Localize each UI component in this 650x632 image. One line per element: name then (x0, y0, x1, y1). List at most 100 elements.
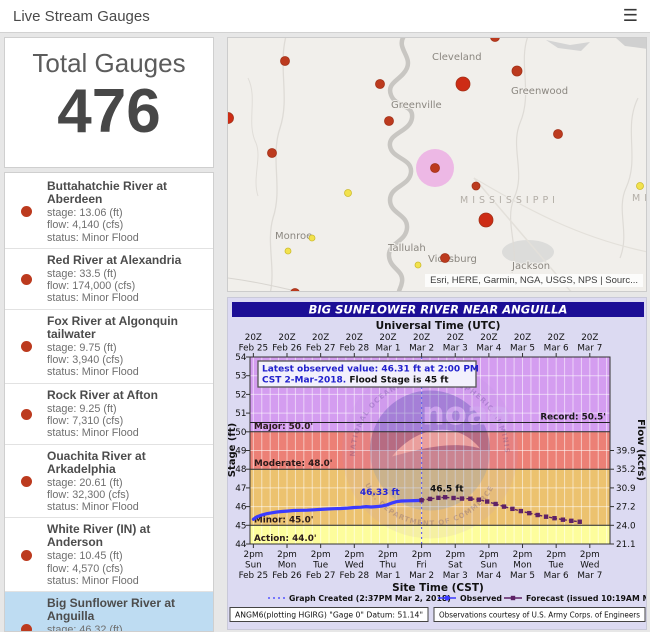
utc-tick: 20Z (548, 333, 565, 343)
map-gauge-dot[interactable] (281, 57, 290, 66)
map-gauge-dot[interactable] (456, 77, 470, 91)
dow-tick: Sun (481, 561, 498, 571)
forecast-point (502, 504, 506, 508)
list-item[interactable]: Red River at Alexandriastage: 33.5 (ft)f… (5, 249, 213, 310)
map-gauge-dot[interactable] (472, 182, 480, 190)
gauge-status: status: Minor Flood (47, 366, 207, 378)
forecast-point (510, 507, 514, 511)
gauge-status: status: Minor Flood (47, 501, 207, 513)
date-tick: Mar 6 (544, 571, 569, 581)
gauge-info: Buttahatchie River at Aberdeenstage: 13.… (47, 180, 207, 244)
utc-date-tick: Mar 6 (544, 344, 569, 354)
map-gauge-dot[interactable] (554, 130, 563, 139)
utc-date-tick: Mar 3 (443, 344, 468, 354)
dow-tick: Sun (245, 561, 262, 571)
list-item[interactable]: Rock River at Aftonstage: 9.25 (ft)flow:… (5, 384, 213, 445)
legend-observed: Observed (460, 594, 502, 603)
forecast-point (527, 511, 531, 515)
gauge-stage: stage: 10.45 (ft) (47, 550, 207, 562)
map-gauge-dot[interactable] (512, 66, 522, 76)
stage-tick: 53 (235, 372, 246, 382)
gauge-flow: flow: 4,570 (cfs) (47, 563, 207, 575)
total-gauges-title: Total Gauges (5, 48, 213, 79)
gauge-status-dot (21, 624, 32, 632)
gauge-name: Red River at Alexandria (47, 254, 207, 267)
map-gauge-dot[interactable] (285, 248, 291, 254)
gauge-dot-column (5, 409, 47, 420)
dow-tick: Mon (278, 561, 297, 571)
gauge-name: White River (IN) at Anderson (47, 523, 207, 549)
live-stream-gauges-app: Live Stream Gauges ☰ Total Gauges 476 Bu… (0, 0, 650, 632)
gauge-dot-column (5, 624, 47, 632)
map-gauge-dot[interactable] (345, 190, 352, 197)
list-item[interactable]: Ouachita River at Arkadelphiastage: 20.6… (5, 445, 213, 519)
gauge-info: Red River at Alexandriastage: 33.5 (ft)f… (47, 254, 207, 305)
map[interactable]: ClevelandGreenwoodGreenvilleMISSISSIPPIM… (228, 38, 647, 292)
stage-tick: 52 (235, 390, 246, 400)
gauge-list-panel: Buttahatchie River at Aberdeenstage: 13.… (4, 172, 214, 632)
gauge-stage: stage: 33.5 (ft) (47, 268, 207, 280)
gauge-status-dot (21, 476, 32, 487)
forecast-point (569, 519, 573, 523)
dow-tick: Sat (448, 561, 463, 571)
gauge-info: Big Sunflower River at Anguillastage: 46… (47, 597, 207, 632)
dow-tick: Fri (416, 561, 426, 571)
list-item[interactable]: Big Sunflower River at Anguillastage: 46… (5, 592, 213, 632)
map-city-label: Tallulah (387, 243, 426, 254)
gauge-name: Big Sunflower River at Anguilla (47, 597, 207, 623)
map-gauge-dot[interactable] (415, 262, 421, 268)
gauge-name: Ouachita River at Arkadelphia (47, 450, 207, 476)
flow-tick: 35.2 (616, 465, 636, 475)
gauge-dot-column (5, 274, 47, 285)
hamburger-menu-icon[interactable]: ☰ (623, 5, 638, 27)
map-state-label: MISSISSIPPI (460, 195, 559, 206)
chart-footnote: Observations courtesy of U.S. Army Corps… (439, 611, 640, 620)
flow-tick: 27.2 (616, 503, 636, 513)
gauge-flow: flow: 3,940 (cfs) (47, 354, 207, 366)
list-item[interactable]: Fox River at Algonquin tailwaterstage: 9… (5, 310, 213, 384)
site-time-tick: 2pm (311, 550, 331, 560)
list-item[interactable]: White River (IN) at Andersonstage: 10.45… (5, 518, 213, 592)
flow-tick: 24.0 (616, 521, 636, 531)
list-item[interactable]: Buttahatchie River at Aberdeenstage: 13.… (5, 175, 213, 249)
flow-tick: 39.9 (616, 447, 636, 457)
gauge-name: Buttahatchie River at Aberdeen (47, 180, 207, 206)
dow-tick: Tue (548, 561, 564, 571)
map-gauge-dot[interactable] (479, 213, 493, 227)
map-gauge-dot[interactable] (268, 149, 277, 158)
flood-line-label: Moderate: 48.0' (254, 459, 333, 469)
flood-line-label: Action: 44.0' (254, 534, 317, 544)
gauge-stage: stage: 46.32 (ft) (47, 624, 207, 632)
stage-tick: 54 (235, 353, 247, 363)
gauge-status: status: Minor Flood (47, 292, 207, 304)
utc-date-tick: Mar 1 (375, 344, 400, 354)
svg-text:CST 2-Mar-2018. Flood Stage is: CST 2-Mar-2018. Flood Stage is 45 ft (262, 376, 449, 386)
top-axis-title: Universal Time (UTC) (376, 320, 501, 332)
map-gauge-dot[interactable] (376, 80, 385, 89)
map-gauge-dot[interactable] (441, 254, 450, 263)
map-city-label: Monroe (275, 231, 312, 242)
utc-tick: 20Z (312, 333, 329, 343)
gauge-status: status: Minor Flood (47, 575, 207, 587)
forecast-point (535, 513, 539, 517)
map-gauge-dot[interactable] (385, 117, 394, 126)
map-gauge-dot[interactable] (637, 183, 644, 190)
flood-line-label: Record: 50.5' (540, 412, 606, 422)
stage-tick: 51 (235, 409, 246, 419)
hydrograph-panel: BIG SUNFLOWER RIVER NEAR ANGUILLAUnivers… (227, 297, 647, 630)
gauge-status-dot (21, 274, 32, 285)
date-tick: Feb 26 (272, 571, 302, 581)
bottom-axis-title: Site Time (CST) (392, 582, 484, 594)
map-gauge-dot[interactable] (431, 164, 440, 173)
gauge-status-dot (21, 409, 32, 420)
utc-date-tick: Feb 27 (306, 344, 336, 354)
forecast-point (468, 497, 472, 501)
site-time-tick: 2pm (243, 550, 263, 560)
map-gauge-dot[interactable] (309, 235, 315, 241)
site-time-tick: 2pm (378, 550, 398, 560)
utc-tick: 20Z (346, 333, 363, 343)
utc-date-tick: Feb 25 (239, 344, 269, 354)
page-title: Live Stream Gauges (13, 8, 150, 25)
forecast-point (552, 516, 556, 520)
utc-tick: 20Z (413, 333, 430, 343)
